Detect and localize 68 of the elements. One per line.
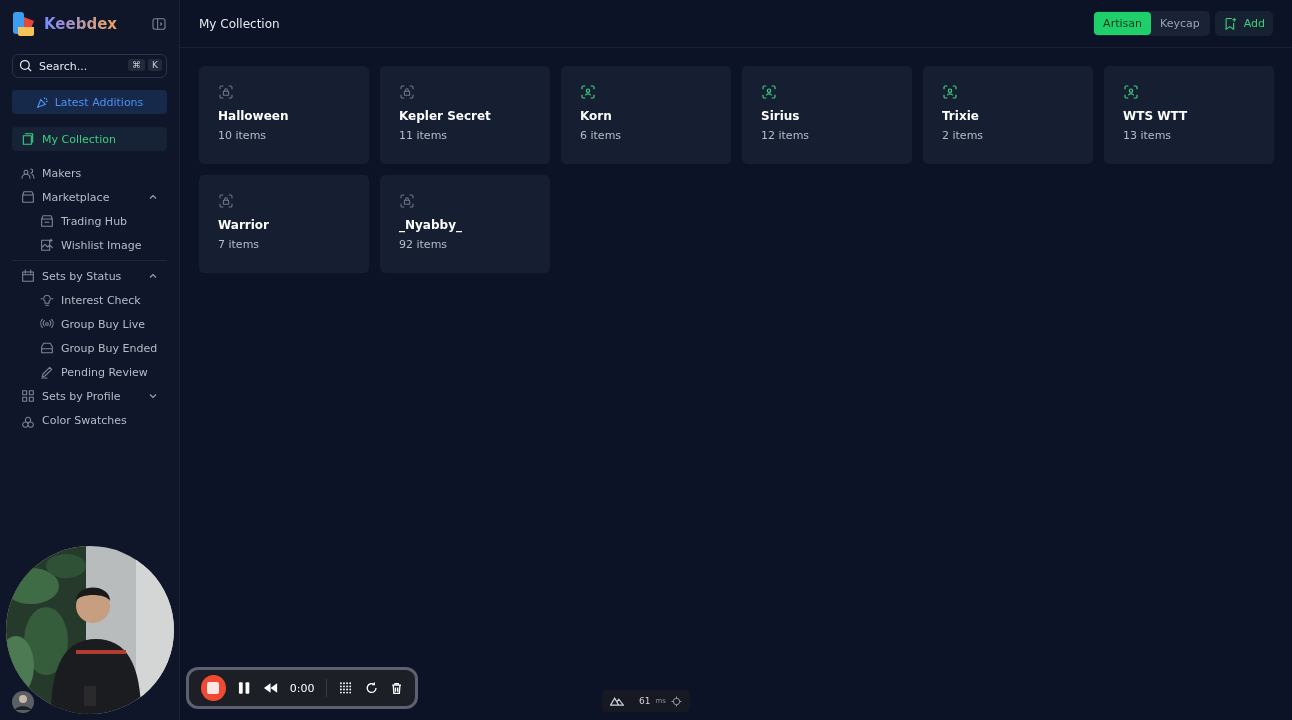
nav-item[interactable]: Sets by Profile: [12, 384, 167, 408]
collection-name: WTS WTT: [1123, 109, 1188, 123]
nav-icon: [39, 292, 55, 308]
collection-card[interactable]: Korn 6 items: [561, 66, 731, 164]
item-count: 12 items: [761, 129, 810, 142]
stop-button[interactable]: [201, 675, 226, 701]
nav-subitem[interactable]: Wishlist Image: [12, 233, 167, 257]
nav-subitem[interactable]: Group Buy Ended: [12, 336, 167, 360]
collection-name: Sirius: [761, 109, 800, 123]
nav-icon: [20, 131, 36, 147]
collection-card[interactable]: _Nyabby_ 92 items: [380, 175, 550, 273]
collection-name: Halloween: [218, 109, 289, 123]
nav-item[interactable]: Color Swatches: [12, 408, 167, 432]
nav-icon: [20, 165, 36, 181]
collection-card[interactable]: Halloween 10 items: [199, 66, 369, 164]
add-button[interactable]: Add: [1214, 11, 1273, 36]
collection-card[interactable]: Kepler Secret 11 items: [380, 66, 550, 164]
nav-item[interactable]: Marketplace: [12, 185, 167, 209]
nav-icon: [39, 237, 55, 253]
collection-name: Trixie: [942, 109, 979, 123]
nav-item[interactable]: Makers: [12, 161, 167, 185]
trash-icon[interactable]: [389, 680, 403, 696]
nav-subitem[interactable]: Interest Check: [12, 288, 167, 312]
nav-icon: [39, 340, 55, 356]
nav-icon: [20, 388, 36, 404]
nav-item[interactable]: Sets by Status: [12, 264, 167, 288]
collection-name: _Nyabby_: [399, 218, 462, 232]
type-tab[interactable]: Keycap: [1151, 12, 1209, 35]
item-count: 13 items: [1123, 129, 1172, 142]
collection-card[interactable]: Sirius 12 items: [742, 66, 912, 164]
latest-additions-button[interactable]: Latest Additions: [12, 90, 167, 114]
item-count: 92 items: [399, 238, 448, 251]
search-icon: [18, 58, 33, 73]
collection-card[interactable]: Warrior 7 items: [199, 175, 369, 273]
restart-icon[interactable]: [364, 681, 378, 695]
crosshair-icon: [671, 695, 682, 707]
item-count: 6 items: [580, 129, 622, 142]
party-icon: [35, 95, 50, 109]
nav-subitem[interactable]: Group Buy Live: [12, 312, 167, 336]
item-count: 2 items: [942, 129, 984, 142]
nav-icon: [20, 268, 36, 284]
nav-icon: [39, 364, 55, 380]
nav-item[interactable]: My Collection: [12, 127, 167, 151]
shortcut-key: K: [148, 59, 162, 71]
collection-card[interactable]: Trixie 2 items: [923, 66, 1093, 164]
pause-icon[interactable]: [237, 681, 251, 695]
grid-icon[interactable]: [339, 681, 353, 695]
avatar[interactable]: [12, 691, 34, 713]
collection-name: Kepler Secret: [399, 109, 491, 123]
rewind-icon[interactable]: [262, 682, 278, 694]
sidebar-toggle-icon[interactable]: [151, 16, 167, 32]
collection-name: Korn: [580, 109, 612, 123]
nav-icon: [39, 213, 55, 229]
latency-reading: 61: [639, 696, 651, 706]
nav-subitem[interactable]: Pending Review: [12, 360, 167, 384]
shortcut-key: ⌘: [128, 59, 146, 71]
collection-name: Warrior: [218, 218, 270, 232]
type-tab[interactable]: Artisan: [1094, 12, 1151, 35]
nav-icon: [20, 189, 36, 205]
item-count: 10 items: [218, 129, 267, 142]
page-title: My Collection: [199, 16, 280, 31]
recording-time: 0:00: [289, 681, 315, 695]
mountain-icon: [610, 696, 624, 706]
bookmark-plus-icon: [1222, 16, 1238, 31]
collection-card[interactable]: WTS WTT 13 items: [1104, 66, 1274, 164]
item-count: 7 items: [218, 238, 260, 251]
nav-subitem[interactable]: Trading Hub: [12, 209, 167, 233]
item-count: 11 items: [399, 129, 448, 142]
